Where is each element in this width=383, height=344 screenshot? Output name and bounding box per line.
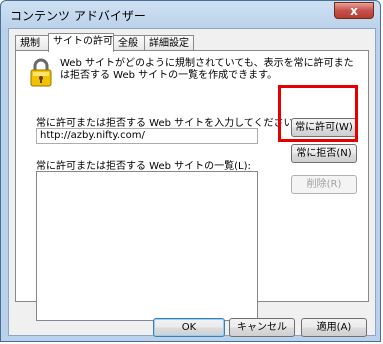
list-label: 常に許可または拒否する Web サイトの一覧(L): [36,161,251,172]
tab-ratings[interactable]: 規制 [15,35,49,51]
close-icon: x [350,3,358,18]
dialog-window: コンテンツ アドバイザー x 規制 サイトの許可 全般 詳細設定 Web サイト… [0,0,381,342]
lock-icon [30,58,52,87]
tab-approved-sites[interactable]: サイトの許可 [48,33,114,52]
cancel-button[interactable]: キャンセル [229,318,295,337]
dialog-client-area: 規制 サイトの許可 全般 詳細設定 Web サイトがどのように規制されていても、… [8,28,376,337]
apply-button[interactable]: 適用(A) [301,318,367,337]
description-text: Web サイトがどのように規制されていても、表示を常に許可または拒否する Web… [60,58,354,81]
always-deny-button[interactable]: 常に拒否(N) [291,144,357,163]
url-input[interactable]: http://azby.nifty.com/ [36,128,258,144]
close-button[interactable]: x [334,2,374,19]
highlight-annotation [278,85,358,142]
ok-button[interactable]: OK [153,318,225,337]
site-list[interactable] [36,171,258,321]
tab-advanced[interactable]: 詳細設定 [144,35,194,51]
window-title: コンテンツ アドバイザー [10,9,146,23]
tab-general[interactable]: 全般 [113,35,145,51]
url-label: 常に許可または拒否する Web サイトを入力してください(T): [36,118,311,129]
title-bar[interactable]: コンテンツ アドバイザー x [1,1,380,27]
remove-button[interactable]: 削除(R) [291,175,357,194]
